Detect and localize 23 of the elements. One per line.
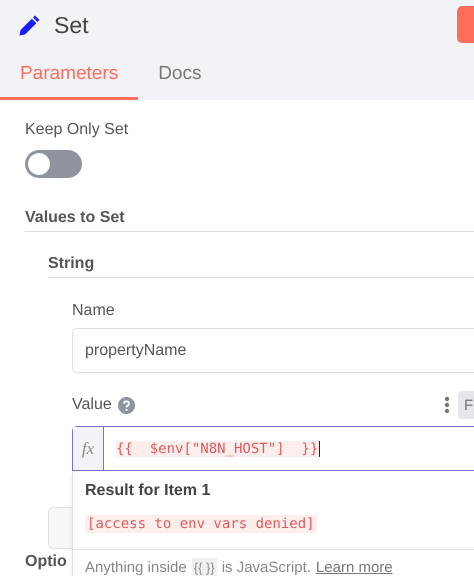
mode-button[interactable]: F bbox=[458, 391, 474, 419]
tab[interactable]: Docs bbox=[138, 50, 222, 100]
toggle-switch[interactable] bbox=[25, 150, 82, 178]
hint-text: Anything inside bbox=[85, 559, 187, 576]
fx-label: fx bbox=[73, 427, 104, 470]
field-label: Name bbox=[72, 301, 115, 321]
setting-label: Keep Only Set bbox=[25, 120, 130, 140]
expression-text: {{ $env["N8N_HOST"] }} bbox=[116, 440, 320, 456]
tab[interactable]: Parameters bbox=[0, 50, 138, 100]
hint-code: {{ }} bbox=[192, 558, 217, 576]
hint-text: is JavaScript. bbox=[222, 559, 311, 576]
result-value: [access to env vars denied] bbox=[85, 515, 317, 533]
node-title: Set bbox=[54, 12, 89, 38]
field-label: Value bbox=[72, 395, 112, 415]
result-title: Result for Item 1 bbox=[84, 481, 212, 501]
group-title: String bbox=[48, 255, 94, 272]
section-title: Values to Set bbox=[25, 209, 125, 226]
name-input[interactable]: propertyName bbox=[72, 328, 474, 373]
more-options-icon[interactable] bbox=[444, 396, 450, 414]
pencil-icon bbox=[18, 13, 42, 37]
section-title: Optio bbox=[25, 553, 67, 570]
learn-more-link[interactable]: Learn more bbox=[316, 559, 393, 576]
help-icon[interactable] bbox=[118, 396, 135, 414]
